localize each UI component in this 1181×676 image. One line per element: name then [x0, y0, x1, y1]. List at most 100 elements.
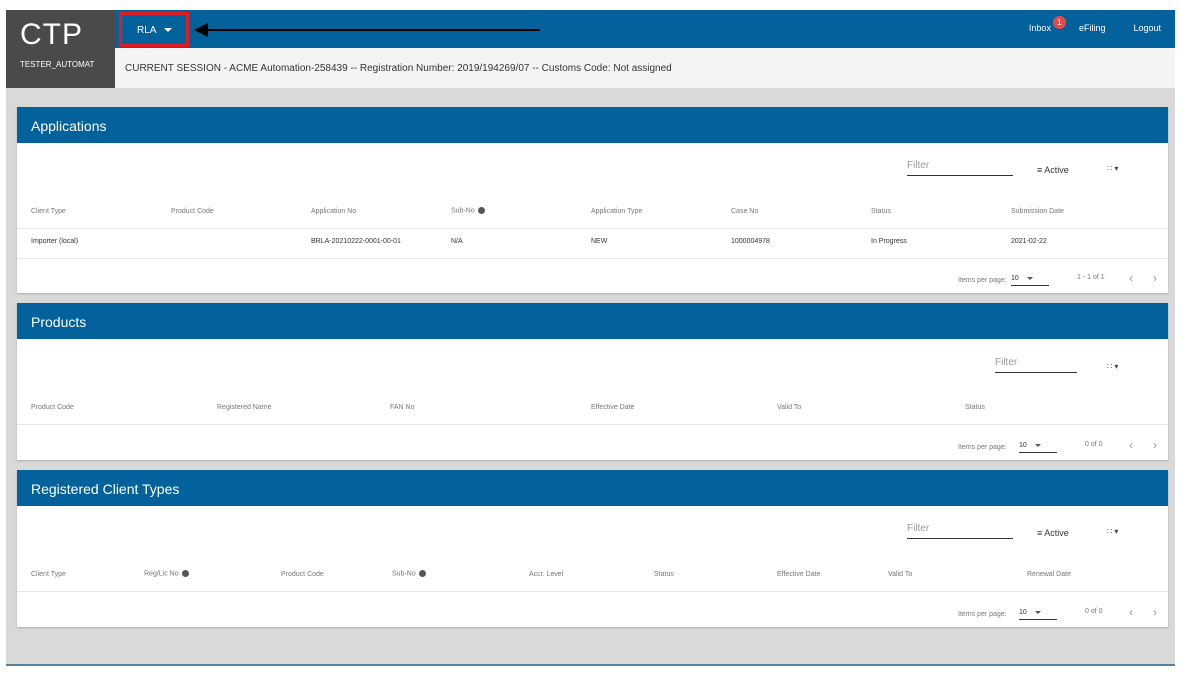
- applications-title: Applications: [17, 107, 1168, 143]
- col-sub-no-label: Sub-No: [392, 570, 416, 578]
- client-types-filter-input[interactable]: Filter: [907, 523, 1013, 539]
- col-submission-date[interactable]: Submission Date: [1011, 208, 1064, 215]
- items-per-page-label: Items per page:: [958, 444, 1007, 451]
- next-page-button[interactable]: ›: [1153, 271, 1157, 285]
- divider: [17, 228, 1168, 229]
- col-product-code[interactable]: Product Code: [31, 404, 74, 411]
- col-status[interactable]: Status: [965, 404, 985, 411]
- username: TESTER_AUTOMAT: [20, 60, 95, 69]
- grid-icon: ∷ ▾: [1107, 527, 1119, 536]
- info-icon[interactable]: [477, 207, 485, 214]
- page-range: 0 of 0: [1085, 608, 1103, 615]
- cell-application-no: BRLA-20210222-0001-00-01: [311, 238, 401, 245]
- col-product-code[interactable]: Product Code: [281, 571, 324, 578]
- brand-panel: CTP TESTER_AUTOMAT: [6, 10, 115, 88]
- cell-case-no: 1000004978: [731, 238, 770, 245]
- client-types-active-filter-button[interactable]: ≡ Active: [1037, 528, 1069, 538]
- col-sub-no[interactable]: Sub-No: [451, 207, 485, 214]
- prev-page-button[interactable]: ‹: [1129, 605, 1133, 619]
- caret-down-icon: [163, 28, 172, 33]
- items-per-page-value: 10: [1019, 609, 1027, 616]
- divider: [17, 258, 1168, 259]
- client-types-card: Registered Client Types Filter ≡ Active …: [17, 470, 1168, 627]
- client-types-title: Registered Client Types: [17, 470, 1168, 506]
- page-range: 0 of 0: [1085, 441, 1103, 448]
- col-fan-no[interactable]: FAN No: [390, 404, 415, 411]
- info-icon[interactable]: [418, 570, 426, 577]
- items-per-page-select[interactable]: 10: [1011, 275, 1049, 286]
- items-per-page-select[interactable]: 10: [1019, 609, 1057, 620]
- applications-active-label: Active: [1044, 165, 1069, 175]
- horizontal-scrollbar[interactable]: [6, 664, 1175, 666]
- col-case-no[interactable]: Case No: [731, 208, 758, 215]
- grid-icon: ∷ ▾: [1107, 164, 1119, 173]
- col-effective-date[interactable]: Effective Date: [591, 404, 634, 411]
- info-icon[interactable]: [181, 570, 189, 577]
- products-title: Products: [17, 303, 1168, 339]
- col-application-no[interactable]: Application No: [311, 208, 356, 215]
- cell-client-type: Importer (local): [31, 238, 79, 245]
- cell-application-type: NEW: [591, 238, 608, 245]
- items-per-page-value: 10: [1011, 275, 1019, 282]
- inbox-badge: 1: [1052, 16, 1066, 29]
- col-registered-name[interactable]: Registered Name: [217, 404, 271, 411]
- prev-page-button[interactable]: ‹: [1129, 271, 1133, 285]
- col-sub-no-label: Sub-No: [451, 207, 475, 215]
- grid-icon: ∷ ▾: [1107, 362, 1119, 371]
- logout-link[interactable]: Logout: [1133, 23, 1161, 33]
- col-product-code[interactable]: Product Code: [171, 208, 214, 215]
- products-filter-input[interactable]: Filter: [995, 357, 1077, 373]
- module-menu-label: RLA: [137, 25, 156, 36]
- col-effective-date[interactable]: Effective Date: [777, 571, 820, 578]
- app-frame: CTP TESTER_AUTOMAT RLA Inbox 1 eFiling L…: [6, 10, 1175, 666]
- items-per-page-label: Items per page:: [958, 611, 1007, 618]
- module-menu[interactable]: RLA: [119, 12, 189, 47]
- applications-columns-button[interactable]: ∷ ▾: [1107, 164, 1118, 173]
- col-valid-to[interactable]: Valid To: [777, 404, 801, 411]
- col-client-type[interactable]: Client Type: [31, 208, 66, 215]
- col-valid-to[interactable]: Valid To: [888, 571, 912, 578]
- divider: [17, 424, 1168, 425]
- applications-card: Applications Filter ≡ Active ∷ ▾ Client …: [17, 107, 1168, 293]
- efiling-link[interactable]: eFiling: [1079, 23, 1106, 33]
- col-renewal-date[interactable]: Renewal Date: [1027, 571, 1071, 578]
- filter-icon: ≡: [1037, 528, 1043, 538]
- client-types-active-label: Active: [1044, 528, 1069, 538]
- cell-submission-date: 2021-02-22: [1011, 238, 1047, 245]
- col-status[interactable]: Status: [654, 571, 674, 578]
- col-client-type[interactable]: Client Type: [31, 571, 66, 578]
- divider: [17, 591, 1168, 592]
- applications-filter-input[interactable]: Filter: [907, 160, 1013, 176]
- filter-icon: ≡: [1037, 165, 1043, 175]
- session-text: CURRENT SESSION - ACME Automation-258439…: [125, 63, 672, 74]
- inbox-label: Inbox: [1028, 23, 1051, 33]
- session-bar: CURRENT SESSION - ACME Automation-258439…: [115, 48, 1175, 88]
- products-columns-button[interactable]: ∷ ▾: [1107, 362, 1118, 371]
- applications-active-filter-button[interactable]: ≡ Active: [1037, 165, 1069, 175]
- client-types-columns-button[interactable]: ∷ ▾: [1107, 527, 1118, 536]
- caret-down-icon: [1034, 443, 1041, 447]
- items-per-page-label: Items per page:: [958, 277, 1007, 284]
- next-page-button[interactable]: ›: [1153, 605, 1157, 619]
- col-sub-no[interactable]: Sub-No: [392, 570, 426, 577]
- cell-status: In Progress: [871, 238, 907, 245]
- caret-down-icon: [1034, 610, 1041, 614]
- col-reg-lic-no[interactable]: Reg/Lic No: [144, 570, 189, 577]
- nav-links: Inbox 1 eFiling Logout: [1001, 16, 1161, 33]
- app-logo[interactable]: CTP: [20, 18, 83, 52]
- page-range: 1 - 1 of 1: [1077, 274, 1105, 281]
- col-reg-lic-no-label: Reg/Lic No: [144, 570, 179, 578]
- next-page-button[interactable]: ›: [1153, 438, 1157, 452]
- products-card: Products Filter ∷ ▾ Product Code Registe…: [17, 303, 1168, 460]
- caret-down-icon: [1026, 276, 1033, 280]
- col-application-type[interactable]: Application Type: [591, 208, 642, 215]
- inbox-link[interactable]: Inbox 1: [1028, 16, 1066, 33]
- items-per-page-select[interactable]: 10: [1019, 442, 1057, 453]
- col-accr-level[interactable]: Accr. Level: [529, 571, 563, 578]
- annotation-arrow-line: [205, 29, 540, 31]
- cell-sub-no: N/A: [451, 238, 463, 245]
- items-per-page-value: 10: [1019, 442, 1027, 449]
- col-status[interactable]: Status: [871, 208, 891, 215]
- prev-page-button[interactable]: ‹: [1129, 438, 1133, 452]
- top-nav: RLA Inbox 1 eFiling Logout: [115, 10, 1175, 48]
